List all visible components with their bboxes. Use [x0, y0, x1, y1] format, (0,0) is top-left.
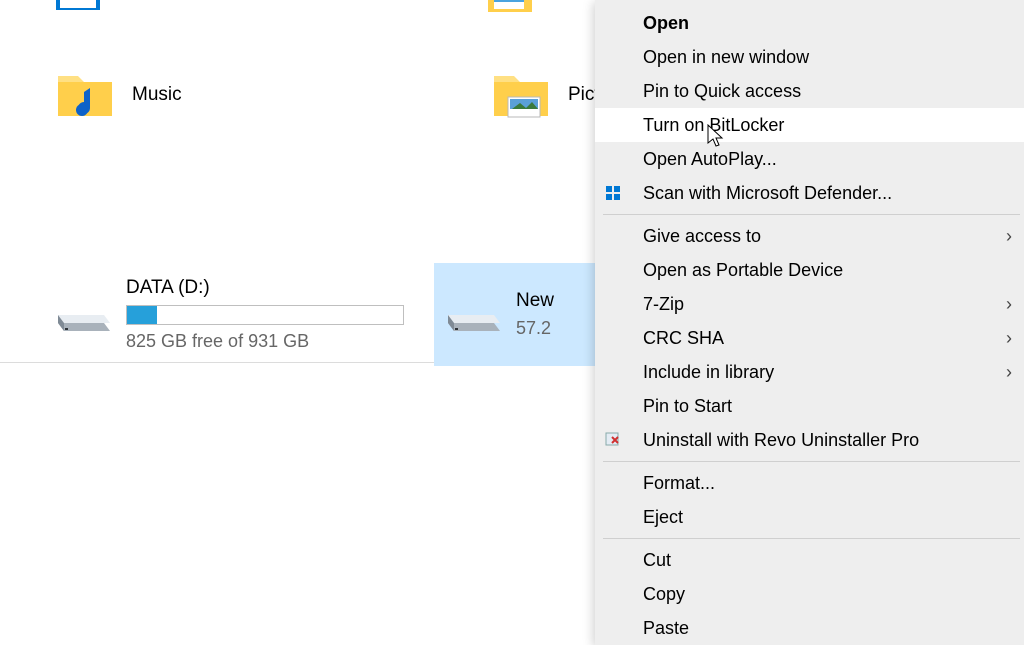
menu-item-pin-to-start[interactable]: Pin to Start: [595, 389, 1024, 423]
menu-item-eject[interactable]: Eject: [595, 500, 1024, 534]
menu-item-include-in-library[interactable]: Include in library›: [595, 355, 1024, 389]
menu-item-label: Open in new window: [631, 47, 994, 68]
folder-label: Music: [132, 84, 182, 106]
submenu-arrow-icon: ›: [994, 226, 1024, 247]
menu-item-open[interactable]: Open: [595, 6, 1024, 40]
menu-item-label: Pin to Start: [631, 396, 994, 417]
menu-item-pin-to-quick-access[interactable]: Pin to Quick access: [595, 74, 1024, 108]
menu-item-label: Copy: [631, 584, 994, 605]
menu-item-give-access-to[interactable]: Give access to›: [595, 219, 1024, 253]
menu-separator: [603, 538, 1020, 539]
menu-item-open-autoplay[interactable]: Open AutoPlay...: [595, 142, 1024, 176]
music-folder-icon: [56, 70, 114, 120]
menu-item-label: Open: [631, 13, 994, 34]
menu-item-label: Format...: [631, 473, 994, 494]
submenu-arrow-icon: ›: [994, 362, 1024, 383]
menu-item-label: Paste: [631, 618, 994, 639]
usage-bar: [126, 305, 404, 325]
menu-item-turn-on-bitlocker[interactable]: Turn on BitLocker: [595, 108, 1024, 142]
drive-icon: [52, 295, 112, 335]
menu-item-label: Open as Portable Device: [631, 260, 994, 281]
menu-item-format[interactable]: Format...: [595, 466, 1024, 500]
usage-fill: [127, 306, 157, 324]
menu-separator: [603, 461, 1020, 462]
menu-item-open-as-portable-device[interactable]: Open as Portable Device: [595, 253, 1024, 287]
revo-icon: [595, 431, 631, 449]
drive-name: DATA (D:): [126, 277, 404, 299]
menu-item-label: Uninstall with Revo Uninstaller Pro: [631, 430, 994, 451]
menu-item-label: Cut: [631, 550, 994, 571]
menu-item-uninstall-with-revo-uninstaller-pro[interactable]: Uninstall with Revo Uninstaller Pro: [595, 423, 1024, 457]
menu-item-label: Pin to Quick access: [631, 81, 994, 102]
menu-item-label: Open AutoPlay...: [631, 149, 994, 170]
menu-item-copy[interactable]: Copy: [595, 577, 1024, 611]
drive-free-text: 825 GB free of 931 GB: [126, 331, 404, 352]
menu-item-open-in-new-window[interactable]: Open in new window: [595, 40, 1024, 74]
menu-item-label: CRC SHA: [631, 328, 994, 349]
menu-item-label: 7-Zip: [631, 294, 994, 315]
drive-item-newvol[interactable]: New 57.2: [434, 263, 614, 366]
defender-icon: [595, 184, 631, 202]
submenu-arrow-icon: ›: [994, 328, 1024, 349]
menu-item-label: Turn on BitLocker: [631, 115, 994, 136]
folder-partial-icon: [56, 0, 108, 19]
menu-item-label: Scan with Microsoft Defender...: [631, 183, 994, 204]
folder-partial-icon: [488, 0, 540, 21]
context-menu: Open Open in new window Pin to Quick acces…: [595, 0, 1024, 645]
menu-item-crc-sha[interactable]: CRC SHA›: [595, 321, 1024, 355]
menu-item-7-zip[interactable]: 7-Zip›: [595, 287, 1024, 321]
menu-item-label: Eject: [631, 507, 994, 528]
drive-item-data[interactable]: DATA (D:) 825 GB free of 931 GB: [44, 263, 412, 366]
pictures-folder-icon: [492, 70, 550, 120]
folder-item-music[interactable]: Music: [46, 42, 436, 148]
drive-free-text: 57.2: [516, 318, 554, 339]
menu-item-scan-with-microsoft-defender[interactable]: Scan with Microsoft Defender...: [595, 176, 1024, 210]
menu-item-label: Include in library: [631, 362, 994, 383]
menu-item-label: Give access to: [631, 226, 994, 247]
menu-separator: [603, 214, 1020, 215]
menu-item-cut[interactable]: Cut: [595, 543, 1024, 577]
submenu-arrow-icon: ›: [994, 294, 1024, 315]
drive-name: New: [516, 290, 554, 312]
menu-item-paste[interactable]: Paste: [595, 611, 1024, 645]
drive-icon: [442, 295, 502, 335]
